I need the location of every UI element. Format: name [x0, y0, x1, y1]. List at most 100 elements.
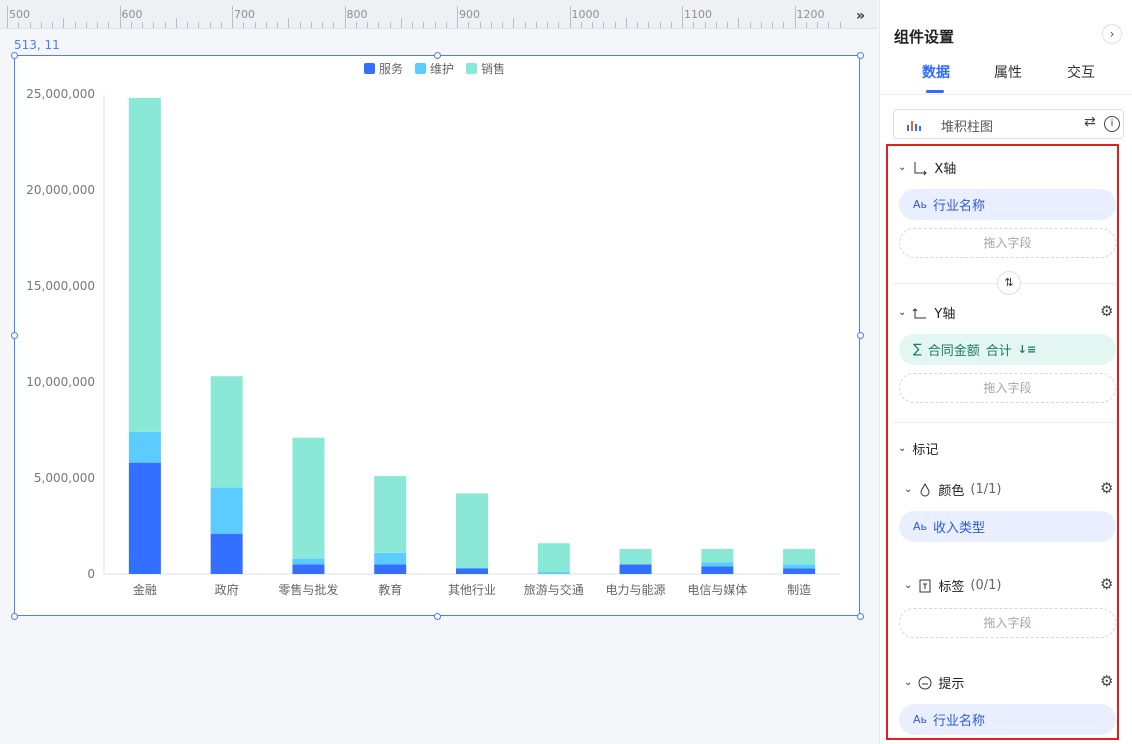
y-axis-drop-zone[interactable]: 拖入字段 — [899, 373, 1116, 403]
tooltip-header[interactable]: ⌄ 提示 — [904, 673, 964, 692]
x-tick-label: 零售与批发 — [278, 582, 338, 597]
bar-segment-1 — [210, 487, 243, 534]
bar-segment-0 — [783, 568, 816, 574]
bar-segment-2 — [619, 549, 652, 565]
tooltip-icon — [918, 676, 932, 689]
x-axis-field: 行业名称 — [933, 199, 986, 214]
x-tick-label: 电信与媒体 — [687, 583, 747, 597]
bar-segment-0 — [456, 568, 488, 574]
y-axis-field: 合同金额 — [927, 344, 980, 359]
swap-vertical-icon[interactable]: ⇅ — [997, 271, 1021, 295]
bar-segment-2 — [128, 97, 161, 432]
y-axis-label: Y轴 — [934, 307, 956, 322]
gear-icon[interactable]: ⚙ — [1100, 479, 1113, 497]
text-field-icon: Aь — [913, 198, 928, 211]
y-axis-aggregation: 合计 — [985, 344, 1012, 359]
y-axis-icon — [913, 307, 927, 318]
marks-header[interactable]: ⌄ 标记 — [898, 439, 938, 458]
x-tick-label: 政府 — [215, 582, 239, 597]
marks-label: 标记 — [912, 443, 939, 458]
x-tick-label: 制造 — [787, 583, 811, 597]
gear-icon[interactable]: ⚙ — [1100, 302, 1113, 320]
active-tab-indicator — [926, 90, 944, 93]
tab-properties[interactable]: 属性 — [994, 62, 1022, 82]
chevron-down-icon: ⌄ — [904, 580, 913, 591]
tab-data[interactable]: 数据 — [922, 62, 950, 82]
color-count: (1/1) — [970, 482, 1002, 497]
color-field-pill[interactable]: Aь 收入类型 — [899, 511, 1116, 542]
bar-segment-1 — [128, 431, 161, 463]
bar-segment-1 — [783, 564, 816, 569]
bar-segment-0 — [374, 564, 407, 574]
tab-interaction[interactable]: 交互 — [1067, 62, 1095, 82]
x-tick-label: 旅游与交通 — [524, 582, 584, 597]
bar-segment-2 — [374, 476, 407, 553]
droplet-icon — [920, 482, 930, 496]
x-axis-header[interactable]: ⌄ X轴 — [898, 158, 956, 177]
chevron-down-icon: ⌄ — [898, 162, 907, 173]
text-field-icon: Aь — [913, 520, 928, 533]
bar-segment-2 — [210, 376, 243, 488]
color-label: 颜色 — [938, 484, 965, 499]
tooltip-label: 提示 — [938, 677, 965, 692]
x-axis-drop-zone[interactable]: 拖入字段 — [899, 228, 1116, 258]
x-axis-icon — [914, 161, 928, 175]
tag-count: (0/1) — [970, 578, 1002, 593]
chevron-down-icon: ⌄ — [898, 443, 907, 454]
chart-type-name: 堆积柱图 — [941, 120, 994, 135]
x-axis-label: X轴 — [934, 162, 957, 177]
chevron-right-icon[interactable]: › — [1102, 24, 1122, 44]
bar-segment-2 — [456, 493, 488, 569]
bar-segment-1 — [292, 558, 325, 565]
bar-segment-1 — [374, 552, 407, 565]
bar-segment-2 — [537, 543, 570, 573]
chevron-down-icon: ⌄ — [898, 307, 907, 318]
y-tick-label: 10,000,000 — [26, 375, 95, 389]
bar-segment-0 — [210, 533, 243, 574]
x-tick-label: 电力与能源 — [606, 583, 666, 597]
bar-segment-1 — [537, 572, 570, 574]
y-tick-label: 15,000,000 — [26, 279, 95, 293]
y-tick-label: 20,000,000 — [26, 183, 95, 197]
color-header[interactable]: ⌄ 颜色 (1/1) — [904, 480, 1001, 499]
y-tick-label: 5,000,000 — [34, 471, 95, 485]
panel-tabs: 数据 属性 交互 — [880, 60, 1132, 95]
tooltip-field-pill[interactable]: Aь 行业名称 — [899, 704, 1116, 735]
bar-segment-2 — [701, 549, 734, 563]
gear-icon[interactable]: ⚙ — [1100, 575, 1113, 593]
tag-header[interactable]: ⌄ 标签 (0/1) — [904, 576, 1001, 595]
x-tick-label: 教育 — [378, 582, 402, 597]
switch-chart-icon[interactable]: ⇄ — [1084, 114, 1096, 130]
info-icon[interactable]: i — [1104, 116, 1120, 132]
bar-chart-icon — [907, 121, 921, 131]
sum-icon: ∑ — [913, 342, 922, 357]
sort-desc-icon[interactable]: ↓≡ — [1018, 343, 1036, 356]
y-axis-header[interactable]: ⌄ Y轴 — [898, 303, 955, 322]
chevron-down-icon: ⌄ — [904, 677, 913, 688]
tag-drop-zone[interactable]: 拖入字段 — [899, 608, 1116, 638]
y-tick-label: 25,000,000 — [26, 87, 95, 101]
bar-segment-1 — [701, 562, 734, 567]
bar-segment-0 — [701, 566, 734, 574]
text-field-icon: Aь — [913, 713, 928, 726]
label-icon — [919, 579, 931, 592]
bar-segment-2 — [783, 549, 816, 565]
bar-segment-0 — [619, 564, 652, 574]
chevron-down-icon: ⌄ — [904, 484, 913, 495]
tooltip-field: 行业名称 — [933, 714, 986, 729]
bar-segment-0 — [128, 462, 161, 574]
x-tick-label: 其他行业 — [448, 583, 496, 597]
x-tick-label: 金融 — [133, 582, 157, 597]
chart-type-selector[interactable]: 堆积柱图 ⇄ i — [893, 109, 1124, 139]
tag-label: 标签 — [938, 580, 965, 595]
divider — [893, 422, 1119, 423]
color-field: 收入类型 — [933, 521, 986, 536]
bar-segment-2 — [292, 437, 325, 559]
x-axis-field-pill[interactable]: Aь 行业名称 — [899, 189, 1116, 220]
y-axis-field-pill[interactable]: ∑ 合同金额 合计 ↓≡ — [899, 334, 1116, 365]
bar-segment-0 — [292, 564, 325, 574]
gear-icon[interactable]: ⚙ — [1100, 672, 1113, 690]
panel-title: 组件设置 — [894, 28, 955, 46]
y-tick-label: 0 — [87, 567, 95, 581]
stacked-bar-chart: 0 5,000,000 10,000,000 15,000,000 20,000,000… — [26, 87, 840, 597]
